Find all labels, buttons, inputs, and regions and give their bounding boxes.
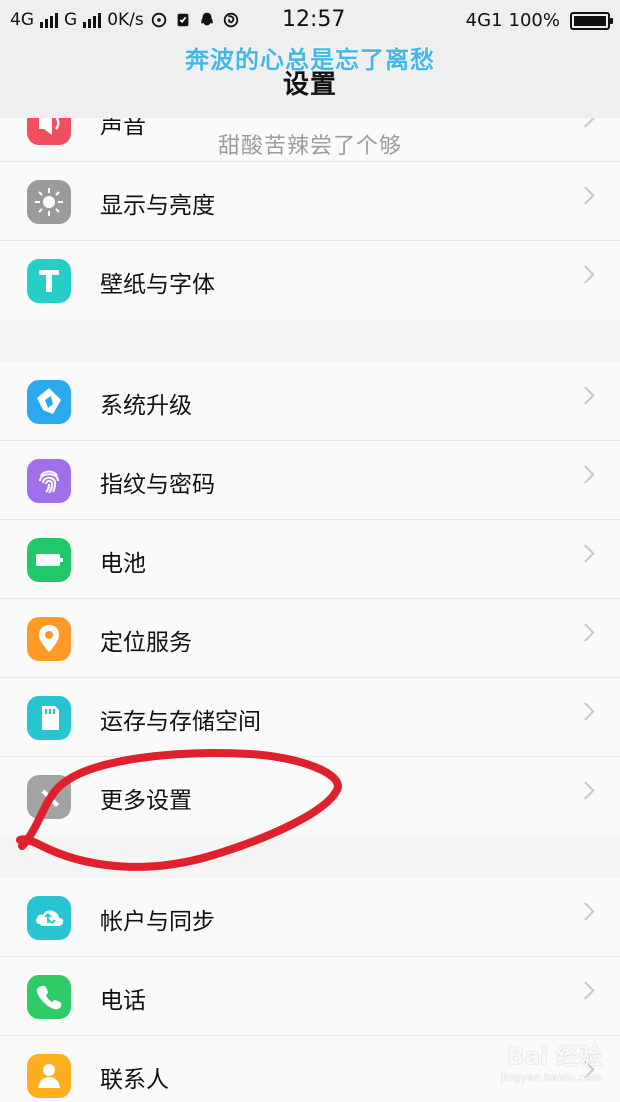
secondary-signal-strength-icon xyxy=(83,12,102,28)
settings-item-label: 定位服务 xyxy=(100,630,192,656)
chevron-right-icon xyxy=(576,781,595,800)
settings-item-account-sync[interactable]: 帐户与同步 xyxy=(0,878,620,957)
status-bar: 4G G 0K/s 12:57 4G1 100% xyxy=(0,0,620,44)
fingerprint-icon xyxy=(27,459,71,503)
watermark-main-text: Bai 经验 xyxy=(507,1043,602,1070)
overlay-lyric-line-2: 甜酸苦辣尝了个够 xyxy=(217,134,402,159)
settings-screen: 4G G 0K/s 12:57 4G1 100% 设置 奔波的心总是忘了离愁 甜… xyxy=(0,0,620,1102)
status-left: 4G G 0K/s xyxy=(10,10,240,30)
chevron-right-icon xyxy=(576,186,595,205)
settings-item-fingerprint-password[interactable]: 指纹与密码 xyxy=(0,441,620,520)
update-icon xyxy=(27,380,71,424)
overlay-lyric-line-1: 奔波的心总是忘了离愁 xyxy=(185,46,435,74)
battery-icon xyxy=(570,11,613,30)
settings-item-memory-storage[interactable]: 运存与存储空间 xyxy=(0,678,620,757)
settings-item-label: 电话 xyxy=(100,988,146,1014)
location-icon xyxy=(27,617,71,661)
sync-icon xyxy=(27,896,71,940)
settings-item-label: 显示与亮度 xyxy=(100,193,215,219)
settings-list: 声音 显示与亮度 壁纸与字体 系统升级 指纹与密码 电池 定位服务 运存与存储空… xyxy=(0,101,620,1102)
chevron-right-icon xyxy=(576,386,595,405)
settings-item-wallpaper-font[interactable]: 壁纸与字体 xyxy=(0,241,620,320)
network-speed: 0K/s xyxy=(107,10,144,30)
network-type-secondary: G xyxy=(64,10,78,30)
chevron-right-icon xyxy=(576,544,595,563)
chevron-right-icon xyxy=(576,265,595,284)
status-right: 4G1 100% xyxy=(465,10,613,31)
settings-item-label: 联系人 xyxy=(100,1067,169,1093)
settings-item-label: 系统升级 xyxy=(100,393,192,419)
chevron-right-icon xyxy=(576,702,595,721)
signal-strength-icon xyxy=(40,12,58,28)
more-settings-icon xyxy=(27,775,71,819)
chevron-right-icon xyxy=(576,465,595,484)
settings-item-label: 更多设置 xyxy=(100,788,192,814)
chevron-right-icon xyxy=(576,623,595,642)
settings-item-label: 壁纸与字体 xyxy=(100,272,215,298)
baidu-jingyan-watermark: Bai 经验 jingyan.baidu.com xyxy=(500,1043,602,1084)
phone-icon xyxy=(27,975,71,1019)
chevron-right-icon xyxy=(576,981,595,1000)
settings-item-label: 运存与存储空间 xyxy=(100,709,261,735)
settings-item-label: 帐户与同步 xyxy=(100,909,215,935)
mobile-data-indicator: 4G1 xyxy=(465,10,503,31)
section-gap xyxy=(0,320,620,362)
font-icon xyxy=(27,259,71,303)
settings-item-battery[interactable]: 电池 xyxy=(0,520,620,599)
settings-item-label: 电池 xyxy=(100,551,146,577)
storage-icon xyxy=(27,696,71,740)
settings-item-location-service[interactable]: 定位服务 xyxy=(0,599,620,678)
network-type-primary: 4G xyxy=(10,10,34,30)
clipboard-check-icon xyxy=(174,11,192,29)
battery-icon xyxy=(27,538,71,582)
display-icon xyxy=(27,180,71,224)
settings-item-display-brightness[interactable]: 显示与亮度 xyxy=(0,162,620,241)
section-gap xyxy=(0,836,620,878)
settings-item-system-update[interactable]: 系统升级 xyxy=(0,362,620,441)
data-saver-icon xyxy=(150,11,168,29)
settings-item-more-settings[interactable]: 更多设置 xyxy=(0,757,620,836)
settings-item-phone[interactable]: 电话 xyxy=(0,957,620,1036)
chevron-right-icon xyxy=(576,902,595,921)
status-time: 12:57 xyxy=(282,7,346,32)
settings-item-label: 指纹与密码 xyxy=(100,472,215,498)
battery-percentage: 100% xyxy=(508,10,560,31)
watermark-sub-text: jingyan.baidu.com xyxy=(500,1070,602,1084)
contacts-icon xyxy=(27,1054,71,1098)
netease-icon xyxy=(222,11,240,29)
qq-icon xyxy=(198,11,216,29)
